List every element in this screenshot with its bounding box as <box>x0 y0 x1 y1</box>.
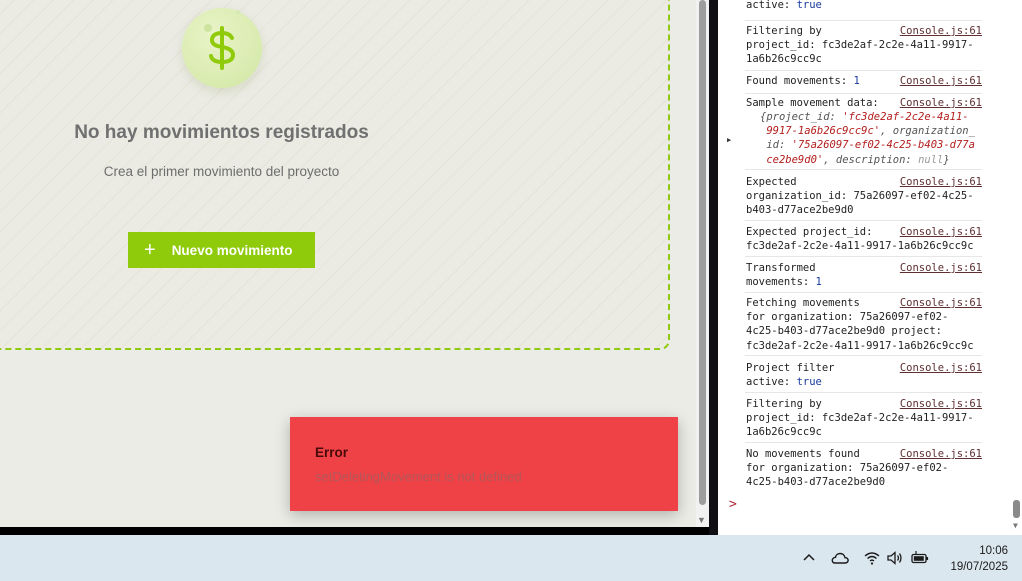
console-message: active: <box>746 0 791 11</box>
console-entry: Fetching movements for organization: 75a… <box>745 296 982 356</box>
console-value: true <box>796 376 822 389</box>
console-entry: Expected organization_id: 75a26097-ef02-… <box>745 175 982 221</box>
error-toast[interactable]: Error setDeletingMovement is not defined <box>290 417 678 511</box>
plus-icon: + <box>144 239 156 261</box>
devtools-divider[interactable] <box>709 0 718 535</box>
console-message: Sample movement data: <box>746 97 879 109</box>
console-value: true <box>796 0 822 11</box>
empty-state-subtitle: Crea el primer movimiento del proyecto <box>103 164 340 179</box>
console-message: Found movements: <box>746 75 848 87</box>
console-value: 1 <box>815 276 822 289</box>
console-entry: Found movements: 1 Console.js:61 <box>745 74 982 94</box>
console-source-link[interactable]: Console.js:61 <box>900 175 982 189</box>
scroll-down-arrow-icon[interactable]: ▼ <box>1013 521 1018 530</box>
clock-date: 19/07/2025 <box>950 561 1008 573</box>
console-source-link[interactable]: Console.js:61 <box>900 24 982 38</box>
expand-object-caret-icon[interactable]: ▶ <box>727 136 731 144</box>
console-source-link[interactable]: Console.js:61 <box>900 397 982 411</box>
console-entry: No movements found for organization: 75a… <box>745 447 982 493</box>
console-entry: Transformed movements: 1 Console.js:61 <box>745 261 982 293</box>
toast-message: setDeletingMovement is not defined <box>315 469 522 484</box>
console-scrollbar[interactable]: ▼ <box>1012 0 1022 535</box>
console-entry: Expected project_id: fc3de2af-2c2e-4a11-… <box>745 225 982 257</box>
console-source-link[interactable]: Console.js:61 <box>900 261 982 275</box>
page-scrollbar-thumb[interactable] <box>699 0 706 505</box>
battery-icon[interactable] <box>910 549 929 567</box>
system-clock[interactable]: 10:06 19/07/2025 <box>950 543 1008 575</box>
devtools-console: active: true Filtering by project_id: fc… <box>718 0 1022 535</box>
console-entry: Filtering by project_id: fc3de2af-2c2e-4… <box>745 397 982 443</box>
console-entry: Sample movement data: Console.js:61 {pro… <box>745 96 982 170</box>
volume-icon[interactable] <box>886 549 904 567</box>
new-movement-label: Nuevo movimiento <box>171 242 293 258</box>
console-entry: active: true <box>745 0 982 21</box>
console-message: Transformed movements: <box>746 262 816 289</box>
empty-state-title: No hay movimientos registrados <box>74 122 369 143</box>
new-movement-button[interactable]: + Nuevo movimiento <box>128 232 315 268</box>
console-source-link[interactable]: Console.js:61 <box>900 74 982 88</box>
console-scrollbar-thumb[interactable] <box>1013 500 1020 518</box>
console-entry: Project filter active: true Console.js:6… <box>745 361 982 393</box>
console-object-preview[interactable]: {project_id: 'fc3de2af-2c2e-4a11- 9917-1… <box>760 110 975 167</box>
wifi-icon[interactable] <box>863 549 881 567</box>
clock-time: 10:06 <box>979 545 1008 557</box>
console-source-link[interactable]: Console.js:61 <box>900 225 982 239</box>
scroll-down-arrow-icon[interactable]: ▼ <box>697 515 706 525</box>
window-bottom-edge <box>0 527 718 535</box>
console-source-link[interactable]: Console.js:61 <box>900 361 982 375</box>
chevron-up-icon[interactable] <box>800 549 818 567</box>
toast-title: Error <box>315 445 349 460</box>
console-source-link[interactable]: Console.js:61 <box>900 296 982 310</box>
console-value: 1 <box>853 75 860 87</box>
console-prompt[interactable]: > <box>729 497 737 512</box>
console-source-link[interactable]: Console.js:61 <box>900 447 982 461</box>
console-entry: Filtering by project_id: fc3de2af-2c2e-4… <box>745 24 982 71</box>
cloud-icon[interactable] <box>830 549 849 567</box>
page-scrollbar[interactable]: ▼ <box>696 0 709 527</box>
console-source-link[interactable]: Console.js:61 <box>900 96 982 110</box>
taskbar: 10:06 19/07/2025 <box>0 535 1022 581</box>
dollar-icon <box>182 8 262 88</box>
